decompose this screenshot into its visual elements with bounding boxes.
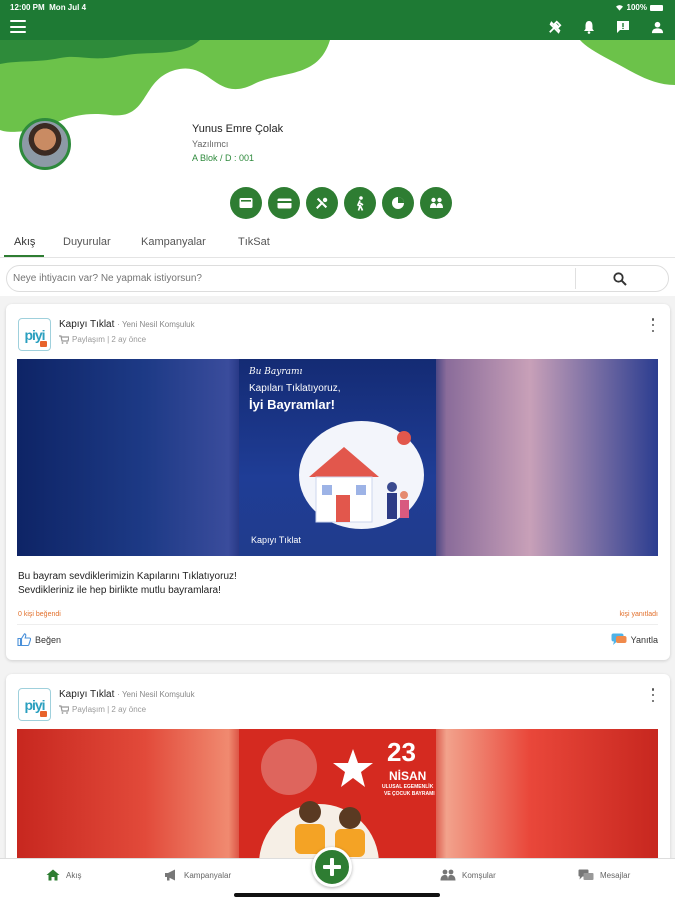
home-indicator	[234, 893, 440, 897]
chat-icon	[578, 869, 594, 880]
home-icon	[46, 869, 60, 881]
tools-icon[interactable]	[547, 19, 563, 35]
post-image-artwork: 23 NİSAN ULUSAL EGEMENLİK VE ÇOCUK BAYRA…	[239, 729, 436, 858]
cart-icon	[59, 335, 69, 344]
search-icon	[613, 272, 627, 286]
nav-akis[interactable]: Akış	[46, 869, 82, 881]
reply-button[interactable]: Yanıtla	[611, 633, 658, 646]
post-image[interactable]: Bu Bayramı Kapıları Tıklatıyoruz, İyi Ba…	[17, 359, 658, 556]
card-icon	[277, 198, 291, 208]
tab-duyurular[interactable]: Duyurular	[63, 236, 111, 248]
post-meta: Paylaşım | 2 ay önce	[59, 335, 146, 344]
plus-icon	[323, 858, 341, 876]
bottom-nav: Akış Kampanyalar Komşular Mesajlar	[0, 847, 675, 900]
message-icon[interactable]	[615, 19, 631, 35]
post-card: piyi Kapıyı Tıklat · Yeni Nesil Komşuluk…	[6, 674, 670, 858]
app-bar	[0, 14, 675, 40]
author-logo[interactable]: piyi	[18, 318, 51, 351]
nav-kampanyalar[interactable]: Kampanyalar	[164, 869, 231, 881]
nav-mesajlar[interactable]: Mesajlar	[578, 869, 630, 881]
battery-percent: 100%	[626, 3, 647, 12]
quick-actions	[230, 187, 452, 219]
tab-akis[interactable]: Akış	[14, 236, 35, 248]
search-divider	[575, 268, 576, 289]
activity-button[interactable]	[344, 187, 376, 219]
battery-icon	[650, 4, 663, 11]
status-bar: 12:00 PM Mon Jul 4 100%	[0, 0, 675, 14]
post-meta: Paylaşım | 2 ay önce	[59, 705, 146, 714]
tab-tiksat[interactable]: TıkSat	[238, 236, 270, 248]
user-role: Yazılımcı	[192, 139, 229, 149]
search-input[interactable]	[13, 266, 573, 291]
people-icon	[440, 869, 456, 881]
star-icon	[333, 749, 373, 787]
status-battery: 100%	[615, 3, 663, 12]
payment-button[interactable]	[268, 187, 300, 219]
wallet-button[interactable]	[230, 187, 262, 219]
post-image-artwork: Bu Bayramı Kapıları Tıklatıyoruz, İyi Ba…	[239, 359, 436, 556]
like-button[interactable]: Beğen	[17, 633, 61, 646]
search-button[interactable]	[613, 272, 629, 288]
megaphone-icon	[165, 869, 175, 881]
reply-icon	[611, 633, 627, 645]
post-stats: 0 kişi beğendi kişi yanıtladı	[18, 611, 658, 618]
add-button[interactable]	[312, 847, 352, 887]
search-bar	[6, 265, 669, 292]
post-text: Bu bayram sevdiklerimizin Kapılarını Tık…	[18, 571, 237, 596]
post-image[interactable]: 23 NİSAN ULUSAL EGEMENLİK VE ÇOCUK BAYRA…	[17, 729, 658, 858]
service-button[interactable]	[306, 187, 338, 219]
profile-section: Yunus Emre Çolak Yazılımcı A Blok / D : …	[0, 110, 675, 230]
nav-komsular[interactable]: Komşular	[440, 869, 496, 881]
menu-icon[interactable]	[10, 20, 26, 33]
post-card: piyi Kapıyı Tıklat · Yeni Nesil Komşuluk…	[6, 304, 670, 660]
author-logo[interactable]: piyi	[18, 688, 51, 721]
avatar[interactable]	[19, 118, 71, 170]
bell-icon[interactable]	[581, 19, 597, 35]
user-flat: A Blok / D : 001	[192, 153, 255, 163]
house-icon	[309, 447, 409, 523]
thumbs-up-icon	[17, 633, 31, 646]
wifi-icon	[615, 5, 623, 11]
neighbors-button[interactable]	[420, 187, 452, 219]
cart-icon	[59, 705, 69, 714]
tab-bar: Akış Duyurular Kampanyalar TıkSat	[0, 230, 675, 258]
top-actions	[547, 19, 665, 35]
post-actions: Beğen Yanıtla	[17, 624, 658, 654]
more-options-icon[interactable]	[650, 318, 656, 332]
tab-kampanyalar[interactable]: Kampanyalar	[141, 236, 206, 248]
person-icon[interactable]	[649, 19, 665, 35]
report-button[interactable]	[382, 187, 414, 219]
pie-chart-icon	[392, 197, 404, 209]
user-name: Yunus Emre Çolak	[192, 123, 284, 135]
tools-icon	[316, 197, 328, 209]
more-options-icon[interactable]	[650, 688, 656, 702]
wallet-icon	[239, 198, 253, 208]
feed: piyi Kapıyı Tıklat · Yeni Nesil Komşuluk…	[0, 296, 675, 858]
status-time: 12:00 PM Mon Jul 4	[10, 3, 87, 12]
tab-active-indicator	[4, 255, 44, 257]
post-author[interactable]: Kapıyı Tıklat · Yeni Nesil Komşuluk	[59, 319, 195, 330]
post-author[interactable]: Kapıyı Tıklat · Yeni Nesil Komşuluk	[59, 689, 195, 700]
walking-icon	[356, 195, 364, 211]
likes-count[interactable]: 0 kişi beğendi	[18, 611, 61, 618]
replies-count[interactable]: kişi yanıtladı	[619, 611, 658, 618]
handshake-icon	[429, 197, 443, 208]
